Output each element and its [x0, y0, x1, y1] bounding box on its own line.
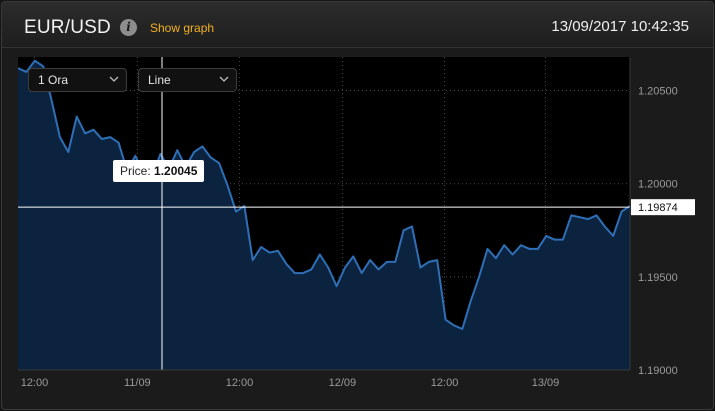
- x-tick-label: 12:00: [226, 377, 254, 389]
- datetime-display: 13/09/2017 10:42:35: [551, 18, 689, 35]
- x-tick-label: 12/09: [329, 377, 357, 389]
- chevron-down-icon: [219, 72, 229, 86]
- tooltip-label: Price:: [120, 164, 151, 178]
- symbol-title: EUR/USD: [24, 17, 111, 38]
- price-widget: EUR/USD i Show graph 13/09/2017 10:42:35…: [1, 1, 714, 410]
- x-tick-label: 13/09: [532, 377, 560, 389]
- price-chart[interactable]: 1.205001.200001.195001.19000 12:00 11/09 1…: [18, 57, 697, 397]
- show-graph-link[interactable]: Show graph: [150, 21, 214, 35]
- x-tick-label: 12:00: [431, 377, 459, 389]
- x-tick-label: 12:00: [21, 377, 49, 389]
- period-select[interactable]: 1 Ora: [28, 68, 127, 92]
- y-tick-label: 1.19500: [638, 272, 678, 284]
- widget-header: EUR/USD i Show graph 13/09/2017 10:42:35: [2, 2, 713, 48]
- period-select-value: 1 Ora: [38, 73, 69, 87]
- info-icon[interactable]: i: [120, 19, 137, 36]
- current-price-tag: 1.19874: [631, 199, 695, 216]
- chart-type-select-value: Line: [148, 73, 171, 87]
- y-tick-label: 1.20500: [638, 86, 678, 98]
- x-axis-ticks: 12:00 11/09 12:00 12/09 12:00 13/09: [21, 377, 560, 389]
- chart-area[interactable]: 1.20500 1.20000 1.19500 1.19000 12:00 11/09 1…: [18, 57, 697, 397]
- current-price-label: 1.19874: [638, 202, 678, 214]
- y-tick-label: 1.20000: [638, 179, 678, 191]
- price-tooltip: Price: 1.20045: [113, 160, 205, 182]
- tooltip-value: 1.20045: [154, 164, 198, 178]
- chevron-down-icon: [109, 72, 119, 86]
- y-tick-label: 1.19000: [638, 365, 678, 377]
- y-axis-ticks: 1.20500 1.20000 1.19500 1.19000: [638, 86, 678, 377]
- x-tick-label: 11/09: [124, 377, 151, 389]
- chart-type-select[interactable]: Line: [138, 68, 237, 92]
